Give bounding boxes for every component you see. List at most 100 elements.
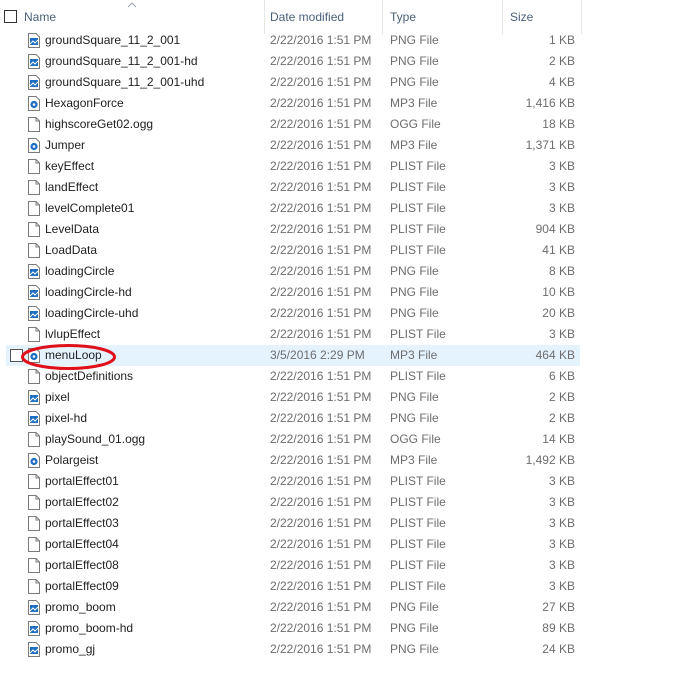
file-row[interactable]: LevelData 2/22/2016 1:51 PM PLIST File 904 … — [20, 219, 580, 240]
image-file-icon — [28, 264, 40, 279]
blank-file-icon — [28, 243, 40, 258]
file-type: PLIST File — [390, 327, 446, 341]
file-row[interactable]: highscoreGet02.ogg 2/22/2016 1:51 PM OGG F… — [20, 114, 580, 135]
file-row[interactable]: landEffect 2/22/2016 1:51 PM PLIST File 3 K… — [20, 177, 580, 198]
image-file-icon — [28, 642, 40, 657]
file-name: playSound_01.ogg — [45, 432, 146, 446]
file-row[interactable]: loadingCircle-uhd 2/22/2016 1:51 PM PNG Fi… — [20, 303, 580, 324]
file-name: portalEffect04 — [45, 537, 119, 551]
file-date-modified: 2/22/2016 1:51 PM — [270, 642, 372, 656]
column-header-type[interactable]: Type — [383, 0, 503, 34]
audio-file-icon — [28, 96, 40, 111]
file-type: PNG File — [390, 54, 439, 68]
file-name: loadingCircle-hd — [45, 285, 132, 299]
file-row[interactable]: HexagonForce 2/22/2016 1:51 PM MP3 File 1,4… — [20, 93, 580, 114]
blank-file-icon — [28, 516, 40, 531]
file-size: 3 KB — [548, 327, 575, 341]
file-type: PLIST File — [390, 537, 446, 551]
blank-file-icon — [28, 159, 40, 174]
file-size: 1,416 KB — [525, 96, 575, 110]
file-date-modified: 2/22/2016 1:51 PM — [270, 474, 372, 488]
file-type: PNG File — [390, 285, 439, 299]
file-size: 27 KB — [542, 600, 575, 614]
column-header-size[interactable]: Size — [503, 0, 582, 34]
file-date-modified: 2/22/2016 1:51 PM — [270, 516, 372, 530]
file-row[interactable]: pixel-hd 2/22/2016 1:51 PM PNG File 2 KB — [20, 408, 580, 429]
file-name: highscoreGet02.ogg — [45, 117, 154, 131]
file-type: PLIST File — [390, 495, 446, 509]
file-row[interactable]: portalEffect04 2/22/2016 1:51 PM PLIST Fil… — [20, 534, 580, 555]
file-size: 2 KB — [548, 411, 575, 425]
file-size: 1,371 KB — [525, 138, 575, 152]
file-row[interactable]: portalEffect03 2/22/2016 1:51 PM PLIST Fil… — [20, 513, 580, 534]
file-row[interactable]: LoadData 2/22/2016 1:51 PM PLIST File 41 KB — [20, 240, 580, 261]
file-row[interactable]: levelComplete01 2/22/2016 1:51 PM PLIST Fi… — [20, 198, 580, 219]
file-type: PNG File — [390, 600, 439, 614]
image-file-icon — [28, 306, 40, 321]
file-type: MP3 File — [390, 453, 438, 467]
file-row[interactable]: promo_boom 2/22/2016 1:51 PM PNG File 27 KB — [20, 597, 580, 618]
column-header-date-modified[interactable]: Date modified — [264, 0, 383, 34]
file-date-modified: 2/22/2016 1:51 PM — [270, 54, 372, 68]
file-type: PLIST File — [390, 558, 446, 572]
blank-file-icon — [28, 117, 40, 132]
file-row[interactable]: portalEffect02 2/22/2016 1:51 PM PLIST Fil… — [20, 492, 580, 513]
file-row[interactable]: loadingCircle 2/22/2016 1:51 PM PNG File 8 … — [20, 261, 580, 282]
blank-file-icon — [28, 474, 40, 489]
file-name: groundSquare_11_2_001-hd — [45, 54, 198, 68]
file-type: OGG File — [390, 117, 441, 131]
file-type: PLIST File — [390, 369, 446, 383]
file-type: PLIST File — [390, 516, 446, 530]
file-row[interactable]: portalEffect08 2/22/2016 1:51 PM PLIST Fil… — [20, 555, 580, 576]
audio-file-icon — [28, 138, 40, 153]
file-size: 1,492 KB — [525, 453, 575, 467]
image-file-icon — [28, 54, 40, 69]
column-header-name[interactable]: Name — [24, 0, 265, 34]
file-name: promo_gj — [45, 642, 96, 656]
file-name: Polargeist — [45, 453, 99, 467]
file-date-modified: 2/22/2016 1:51 PM — [270, 453, 372, 467]
blank-file-icon — [28, 327, 40, 342]
file-row[interactable]: groundSquare_11_2_001-uhd 2/22/2016 1:51 … — [20, 72, 580, 93]
file-row[interactable]: keyEffect 2/22/2016 1:51 PM PLIST File 3 KB — [20, 156, 580, 177]
file-date-modified: 2/22/2016 1:51 PM — [270, 243, 372, 257]
file-type: PNG File — [390, 75, 439, 89]
file-size: 3 KB — [548, 201, 575, 215]
file-date-modified: 2/22/2016 1:51 PM — [270, 369, 372, 383]
file-size: 24 KB — [542, 642, 575, 656]
blank-file-icon — [28, 201, 40, 216]
blank-file-icon — [28, 369, 40, 384]
file-date-modified: 2/22/2016 1:51 PM — [270, 96, 372, 110]
file-date-modified: 2/22/2016 1:51 PM — [270, 411, 372, 425]
file-row[interactable]: playSound_01.ogg 2/22/2016 1:51 PM OGG Fil… — [20, 429, 580, 450]
file-row[interactable]: groundSquare_11_2_001 2/22/2016 1:51 PM PN… — [20, 30, 580, 51]
file-name: loadingCircle — [45, 264, 115, 278]
file-name: LevelData — [45, 222, 100, 236]
file-name: portalEffect09 — [45, 579, 119, 593]
file-date-modified: 2/22/2016 1:51 PM — [270, 306, 372, 320]
file-name: loadingCircle-uhd — [45, 306, 139, 320]
file-size: 3 KB — [548, 474, 575, 488]
file-name: portalEffect08 — [45, 558, 119, 572]
select-all-checkbox[interactable] — [4, 10, 17, 23]
file-size: 89 KB — [542, 621, 575, 635]
image-file-icon — [28, 411, 40, 426]
file-size: 3 KB — [548, 516, 575, 530]
file-name: groundSquare_11_2_001-uhd — [45, 75, 205, 89]
file-row[interactable]: promo_boom-hd 2/22/2016 1:51 PM PNG File 89… — [20, 618, 580, 639]
file-row[interactable]: portalEffect09 2/22/2016 1:51 PM PLIST Fil… — [20, 576, 580, 597]
file-row[interactable]: promo_gj 2/22/2016 1:51 PM PNG File 24 KB — [20, 639, 580, 660]
file-row[interactable]: groundSquare_11_2_001-hd 2/22/2016 1:51 P… — [20, 51, 580, 72]
file-row[interactable]: pixel 2/22/2016 1:51 PM PNG File 2 KB — [20, 387, 580, 408]
file-size: 3 KB — [548, 579, 575, 593]
file-type: PLIST File — [390, 474, 446, 488]
file-date-modified: 2/22/2016 1:51 PM — [270, 159, 372, 173]
file-date-modified: 2/22/2016 1:51 PM — [270, 537, 372, 551]
file-row[interactable]: loadingCircle-hd 2/22/2016 1:51 PM PNG Fil… — [20, 282, 580, 303]
file-row[interactable]: portalEffect01 2/22/2016 1:51 PM PLIST Fil… — [20, 471, 580, 492]
file-size: 20 KB — [542, 306, 575, 320]
file-date-modified: 2/22/2016 1:51 PM — [270, 432, 372, 446]
file-row[interactable]: Jumper 2/22/2016 1:51 PM MP3 File 1,371 KB — [20, 135, 580, 156]
file-row[interactable]: Polargeist 2/22/2016 1:51 PM MP3 File 1,492… — [20, 450, 580, 471]
file-row[interactable]: lvlupEffect 2/22/2016 1:51 PM PLIST File 3 … — [20, 324, 580, 345]
